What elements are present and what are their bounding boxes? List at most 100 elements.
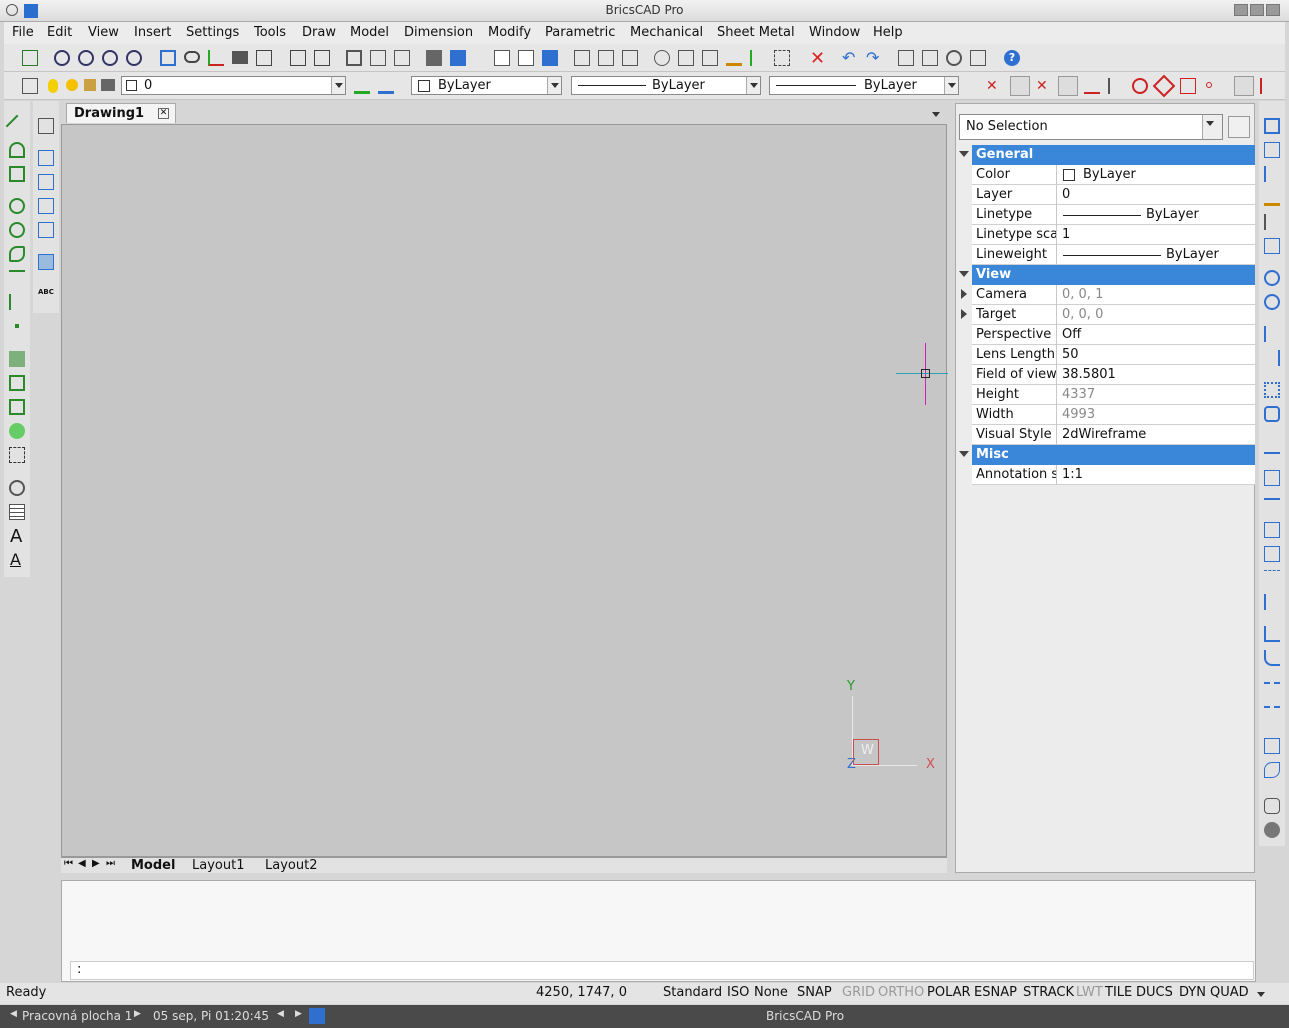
stretch-icon[interactable] bbox=[1264, 470, 1280, 486]
layer-previous-icon[interactable] bbox=[378, 78, 394, 94]
wipeout-icon[interactable] bbox=[9, 447, 25, 463]
status-tile[interactable]: TILE bbox=[1105, 985, 1132, 1000]
prop-row-height[interactable]: Height 4337 bbox=[972, 385, 1255, 405]
collapse-view-icon[interactable] bbox=[959, 271, 969, 277]
pan-icon[interactable] bbox=[160, 50, 176, 66]
prop-row-layer[interactable]: Layer 0 bbox=[972, 185, 1255, 205]
snap-node-icon[interactable] bbox=[1206, 82, 1212, 88]
menu-edit[interactable]: Edit bbox=[47, 25, 72, 40]
tab-layout2[interactable]: Layout2 bbox=[265, 858, 317, 873]
mirror3d-icon[interactable] bbox=[1264, 350, 1280, 366]
status-dyn[interactable]: DYN bbox=[1179, 985, 1206, 1000]
snap-midpoint-icon[interactable] bbox=[1010, 76, 1030, 96]
taskbar-app-title[interactable]: BricsCAD Pro bbox=[766, 1009, 844, 1023]
match-properties-icon[interactable] bbox=[726, 50, 742, 66]
explode-icon[interactable] bbox=[38, 198, 54, 214]
new-drawing-icon[interactable] bbox=[22, 50, 38, 66]
layers-icon[interactable] bbox=[22, 78, 38, 94]
redo-icon[interactable]: ↷ bbox=[866, 48, 882, 67]
prop-row-color[interactable]: Color ByLayer bbox=[972, 165, 1255, 185]
sphere-icon[interactable] bbox=[1264, 822, 1280, 838]
prev-workspace-icon[interactable]: ◀ bbox=[10, 1009, 17, 1019]
status-ducs[interactable]: DUCS bbox=[1136, 985, 1173, 1000]
snap-quadrant-icon[interactable] bbox=[1152, 74, 1176, 98]
next-workspace-icon[interactable]: ▶ bbox=[134, 1009, 141, 1019]
line-icon[interactable] bbox=[5, 114, 29, 138]
mirror-icon[interactable] bbox=[1264, 326, 1280, 342]
hatch-icon[interactable] bbox=[9, 351, 25, 367]
layer-current-icon[interactable] bbox=[354, 78, 370, 94]
chevron-down-icon[interactable] bbox=[331, 77, 345, 94]
view-eye-icon[interactable] bbox=[184, 51, 200, 63]
render-icon[interactable] bbox=[314, 50, 330, 66]
snap-tangent-icon[interactable] bbox=[1132, 78, 1148, 94]
category-general[interactable]: General bbox=[972, 145, 1255, 165]
tab-layout1[interactable]: Layout1 bbox=[192, 858, 244, 873]
paste-icon[interactable] bbox=[702, 50, 718, 66]
status-snap[interactable]: SNAP bbox=[797, 985, 832, 1000]
print-preview-icon[interactable] bbox=[574, 50, 590, 66]
snap-intersection-icon[interactable]: ✕ bbox=[1036, 78, 1052, 94]
brush-icon[interactable] bbox=[1264, 190, 1280, 206]
status-dim-style[interactable]: ISO bbox=[727, 985, 749, 1000]
close-icon[interactable]: ✕ bbox=[158, 108, 169, 119]
status-grid[interactable]: GRID bbox=[842, 985, 875, 1000]
offset-icon[interactable] bbox=[1264, 166, 1280, 182]
save-icon[interactable] bbox=[542, 50, 558, 66]
edit-polyline-icon[interactable] bbox=[1264, 738, 1280, 754]
chevron-down-icon[interactable] bbox=[547, 77, 561, 94]
prop-row-width[interactable]: Width 4993 bbox=[972, 405, 1255, 425]
spellcheck-icon[interactable]: ABC bbox=[38, 288, 54, 304]
array-icon[interactable] bbox=[1264, 382, 1280, 398]
circle-icon[interactable] bbox=[9, 222, 25, 238]
viewport-icon[interactable] bbox=[346, 50, 362, 66]
rotate-icon[interactable] bbox=[1264, 270, 1280, 286]
menu-insert[interactable]: Insert bbox=[134, 25, 171, 40]
selection-combo[interactable]: No Selection bbox=[959, 114, 1223, 140]
zoom-in-icon[interactable] bbox=[54, 50, 70, 66]
open-file-icon[interactable] bbox=[518, 50, 534, 66]
plot-icon[interactable] bbox=[622, 50, 638, 66]
extend-icon[interactable] bbox=[1264, 522, 1280, 538]
move-icon[interactable] bbox=[1264, 118, 1280, 134]
chevron-down-icon[interactable] bbox=[1202, 115, 1222, 139]
select-icon[interactable] bbox=[774, 50, 790, 66]
lengthen-icon[interactable] bbox=[1264, 594, 1280, 610]
menu-mechanical[interactable]: Mechanical bbox=[630, 25, 703, 40]
prop-row-linetype[interactable]: Linetype ByLayer bbox=[972, 205, 1255, 225]
chevron-down-icon[interactable] bbox=[944, 77, 958, 94]
status-multileader-style[interactable]: None bbox=[754, 985, 788, 1000]
arc-icon[interactable] bbox=[9, 198, 25, 214]
solid-edit-icon[interactable] bbox=[1264, 798, 1280, 814]
undo-icon[interactable]: ↶ bbox=[842, 48, 858, 67]
menu-file[interactable]: File bbox=[12, 25, 34, 40]
menu-view[interactable]: View bbox=[88, 25, 119, 40]
fillet-icon[interactable] bbox=[1264, 650, 1280, 666]
snap-center-icon[interactable] bbox=[1058, 76, 1078, 96]
expand-camera-icon[interactable] bbox=[961, 289, 967, 299]
menu-modify[interactable]: Modify bbox=[488, 25, 531, 40]
boundary-icon[interactable] bbox=[9, 399, 25, 415]
edit-spline-icon[interactable] bbox=[1264, 762, 1280, 778]
ellipse-icon[interactable] bbox=[9, 246, 25, 262]
status-text-style[interactable]: Standard bbox=[663, 985, 722, 1000]
status-ortho[interactable]: ORTHO bbox=[878, 985, 924, 1000]
prop-row-lineweight[interactable]: Lineweight ByLayer bbox=[972, 245, 1255, 265]
trim-icon[interactable] bbox=[1264, 498, 1280, 514]
status-polar[interactable]: POLAR bbox=[927, 985, 971, 1000]
command-input[interactable]: : bbox=[70, 961, 1254, 980]
zoom-extents-icon[interactable] bbox=[126, 50, 142, 66]
curve-icon[interactable] bbox=[9, 294, 25, 310]
snap-perpendicular-icon[interactable] bbox=[1084, 78, 1100, 94]
insert-block-icon[interactable] bbox=[38, 174, 54, 190]
view-3d-icon[interactable] bbox=[450, 50, 466, 66]
chamfer-icon[interactable] bbox=[1264, 626, 1280, 642]
drawing-canvas[interactable]: Y X Z W bbox=[61, 124, 948, 857]
menu-draw[interactable]: Draw bbox=[302, 25, 336, 40]
menu-model[interactable]: Model bbox=[350, 25, 389, 40]
camera-icon[interactable] bbox=[232, 51, 248, 64]
menu-window[interactable]: Window bbox=[809, 25, 860, 40]
status-strack[interactable]: STRACK bbox=[1023, 985, 1074, 1000]
category-misc[interactable]: Misc bbox=[972, 445, 1255, 465]
pick-icon[interactable] bbox=[750, 50, 766, 66]
